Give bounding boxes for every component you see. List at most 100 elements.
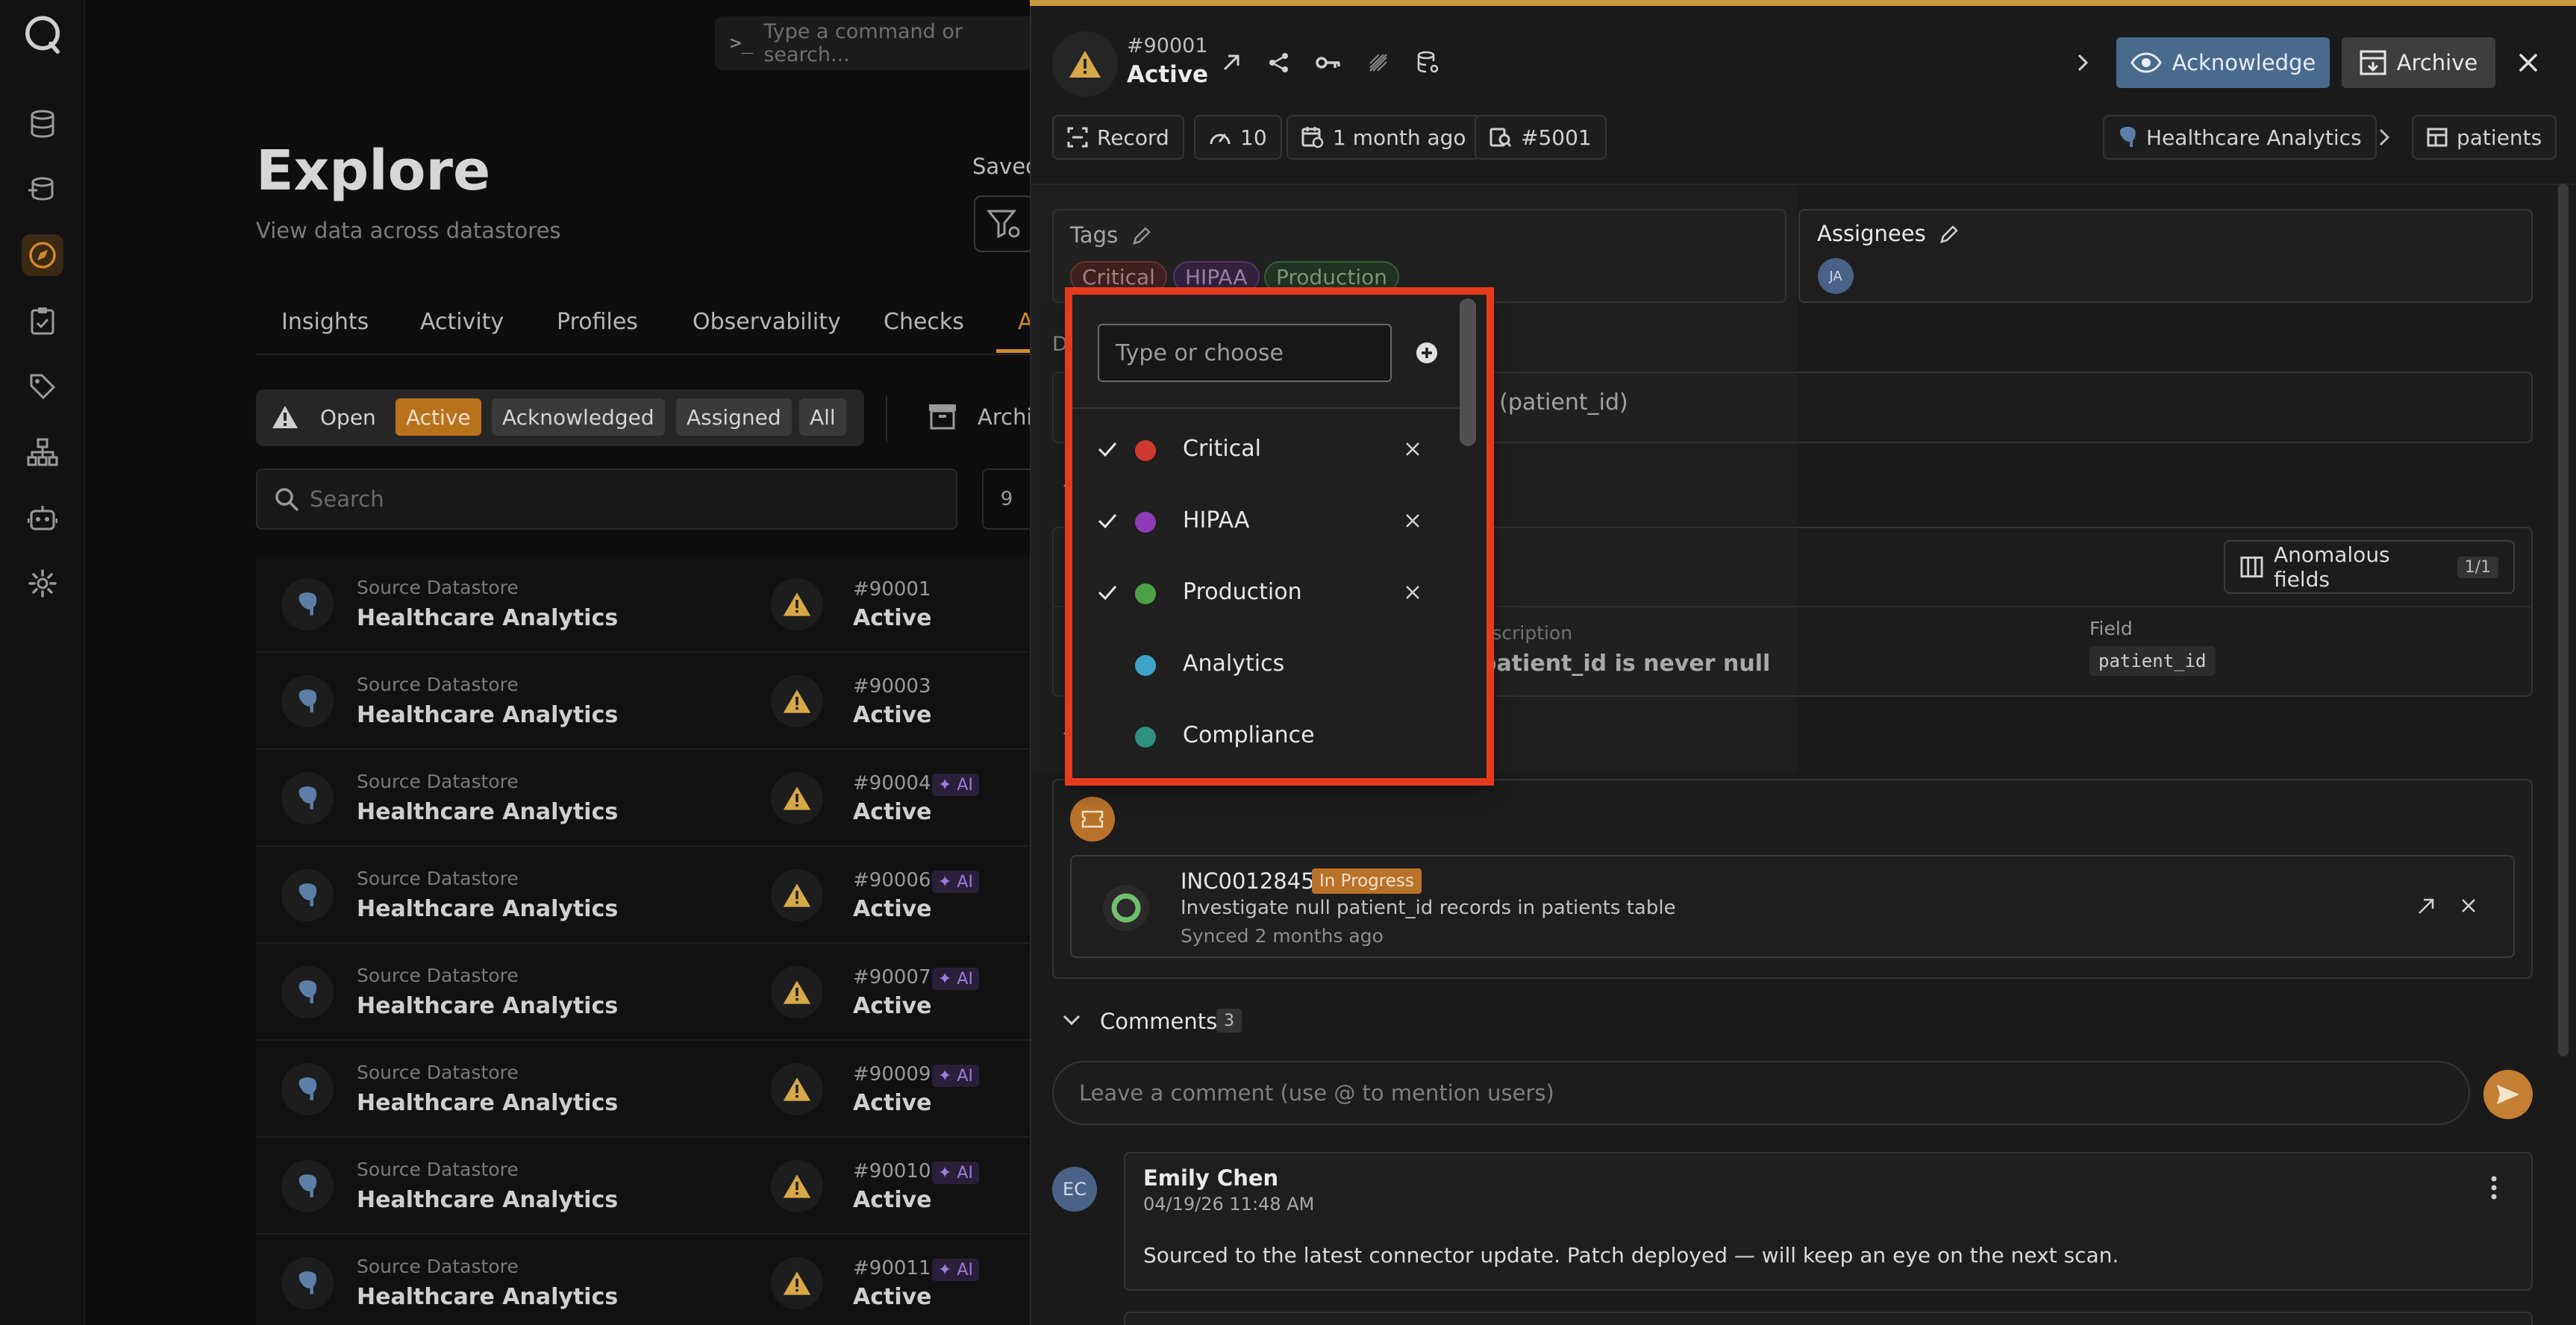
saved-filters-button[interactable] [974,195,1034,252]
datastore-settings-icon[interactable] [1412,46,1445,79]
anomaly-status: Active [853,702,932,728]
anomaly-id: #90001 [1127,34,1208,57]
tab-checks[interactable]: Checks [884,309,964,335]
drawer-scrollbar[interactable] [2558,184,2569,1056]
status-assigned[interactable]: Assigned [676,398,792,436]
app-logo-icon[interactable] [22,13,63,55]
acknowledge-button[interactable]: Acknowledge [2116,37,2330,88]
agent-robot-icon[interactable] [22,497,63,539]
edit-assignees-pencil-icon[interactable] [1939,224,1960,245]
container-breadcrumb[interactable]: patients [2412,115,2557,160]
ai-badge: ✦ AI [932,871,979,893]
anomalous-fields-count: 1/1 [2457,556,2498,578]
ticket-number[interactable]: INC0012845 [1181,868,1315,894]
search-icon [275,488,298,511]
status-all[interactable]: All [799,398,846,436]
enrichment-icon[interactable] [22,169,63,210]
ai-badge: ✦ AI [932,774,979,796]
postgres-elephant-icon [281,1257,334,1309]
postgres-elephant-icon [281,578,334,630]
comment-input[interactable]: Leave a comment (use @ to mention users) [1052,1061,2470,1125]
ticket-description: Investigate null patient_id records in p… [1181,897,1676,919]
send-icon [2497,1085,2519,1104]
archived-filter-label[interactable]: Archi [978,404,1033,430]
datastore-type: Source Datastore [357,1256,519,1277]
archive-button[interactable]: Archive [2342,37,2495,88]
anomaly-id: #90003 [853,675,931,698]
anomaly-status: Active [853,1284,932,1310]
open-ticket-icon[interactable] [2415,894,2439,918]
send-comment-button[interactable] [2483,1070,2533,1119]
warning-icon [771,966,823,1018]
open-external-icon[interactable] [1215,46,1248,79]
field-label: Field [2089,618,2133,639]
datastore-name: Healthcare Analytics [357,1090,619,1116]
table-row[interactable]: Source Datastore Healthcare Analytics #900… [256,653,1030,750]
table-row[interactable]: Source Datastore Healthcare Analytics #900… [256,847,1030,944]
warning-icon [771,578,823,630]
datastore-type: Source Datastore [357,771,519,792]
anomaly-id: #90001 [853,578,931,601]
search-input[interactable]: Search [256,469,957,530]
assignee-avatar[interactable]: JA [1818,258,1854,294]
table-row[interactable]: Source Datastore Healthcare Analytics #900… [256,750,1030,847]
archive-label: Archive [2396,50,2478,75]
anomalous-fields-button[interactable]: Anomalous fields 1/1 [2224,540,2515,594]
tab-insights[interactable]: Insights [281,309,369,335]
postgres-elephant-icon [281,675,334,727]
key-icon[interactable] [1312,46,1345,79]
view-toggle-button[interactable]: 9 [982,469,1030,530]
share-icon[interactable] [1263,46,1295,79]
anomaly-id: #90006 [853,869,931,892]
anomaly-id: #90010 [853,1160,931,1183]
warning-icon [771,772,823,824]
more-vertical-icon[interactable] [2486,1173,2501,1203]
anomaly-type: Record [1097,125,1169,150]
tab-profiles[interactable]: Profiles [557,309,638,335]
unlink-ticket-icon[interactable] [2457,894,2480,918]
scan-ref-chip[interactable]: #5001 [1475,115,1607,160]
postgres-elephant-icon [2119,127,2136,147]
anomaly-status: Active [1127,61,1209,88]
archive-box-icon[interactable] [928,403,957,430]
close-drawer-icon[interactable] [2512,46,2545,79]
command-bar[interactable]: >_ Type a command or search... [715,16,1036,70]
status-open[interactable]: Open [310,398,387,436]
eye-icon [2130,52,2162,73]
breadcrumb-chevron-icon [2379,128,2390,146]
anomaly-status: Active [853,1090,932,1116]
ticket-synced: Synced 2 months ago [1181,925,1384,947]
hierarchy-icon[interactable] [22,431,63,473]
explore-compass-icon[interactable] [22,234,63,276]
chevron-right-icon[interactable] [2067,46,2097,79]
command-bar-placeholder: Type a command or search... [763,20,963,66]
anomaly-id: #90004 [853,772,931,795]
status-acknowledged[interactable]: Acknowledged [492,398,665,436]
tab-activity[interactable]: Activity [420,309,504,335]
table-row[interactable]: Source Datastore Healthcare Analytics #900… [256,1235,1030,1325]
filter-divider [886,395,887,442]
comment-author: Emily Chen [1143,1165,1279,1191]
status-active[interactable]: Active [396,398,481,436]
table-row[interactable]: Source Datastore Healthcare Analytics #900… [256,944,1030,1041]
no-tracking-icon[interactable] [1362,46,1395,79]
drawer-accent-line [1030,0,2576,6]
ticket-icon [1070,797,1115,842]
detected-age-chip: 1 month ago [1287,115,1481,160]
anomaly-status: Active [853,1187,932,1213]
tab-observability[interactable]: Observability [693,309,841,335]
comments-title: Comments [1100,1009,1218,1034]
tag-icon[interactable] [22,366,63,407]
datastore-breadcrumb[interactable]: Healthcare Analytics [2103,115,2377,160]
table-row[interactable]: Source Datastore Healthcare Analytics #900… [256,556,1030,653]
datastore-type: Source Datastore [357,868,519,889]
comments-chevron-icon[interactable] [1058,1009,1085,1031]
settings-gear-icon[interactable] [22,563,63,604]
detected-age: 1 month ago [1333,125,1466,150]
checks-clipboard-icon[interactable] [22,300,63,342]
table-row[interactable]: Source Datastore Healthcare Analytics #900… [256,1041,1030,1138]
table-row[interactable]: Source Datastore Healthcare Analytics #900… [256,1138,1030,1235]
datastore-icon[interactable] [22,103,63,145]
datastore-name: Healthcare Analytics [357,702,619,728]
comment-placeholder: Leave a comment (use @ to mention users) [1079,1080,1554,1106]
